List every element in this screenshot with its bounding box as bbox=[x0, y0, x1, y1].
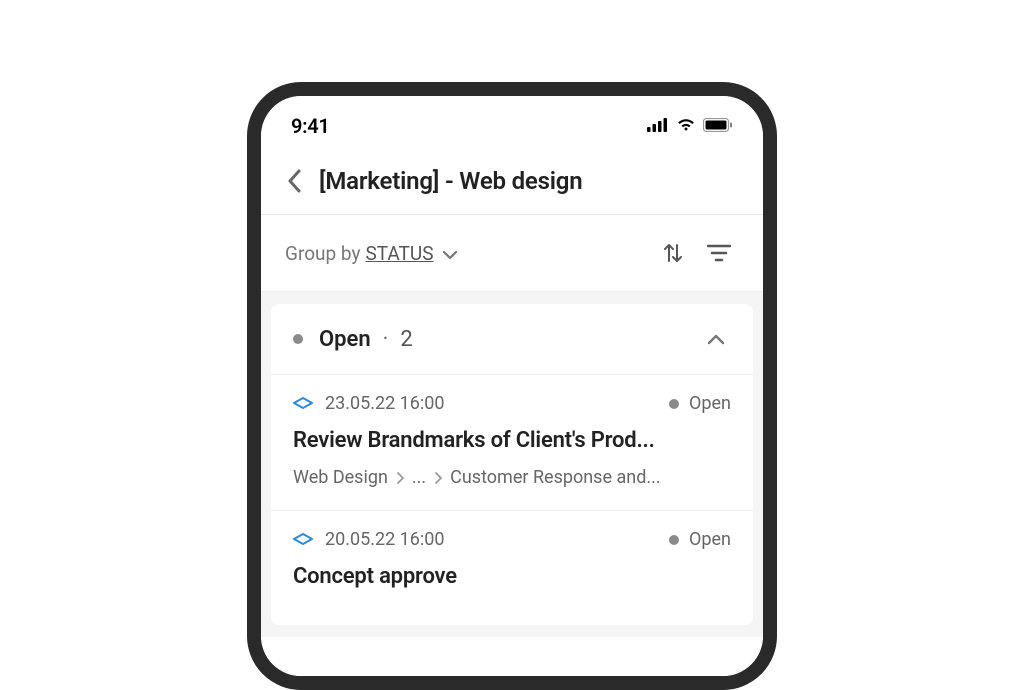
chevron-right-icon bbox=[434, 472, 442, 484]
collapse-button[interactable] bbox=[701, 324, 731, 354]
chevron-right-icon bbox=[396, 472, 404, 484]
battery-icon bbox=[703, 117, 733, 136]
status-dot-icon bbox=[293, 334, 303, 344]
task-status: Open bbox=[669, 529, 731, 550]
chevron-down-icon bbox=[442, 242, 458, 265]
task-type-icon bbox=[293, 394, 313, 413]
task-title: Review Brandmarks of Client's Prod... bbox=[293, 428, 731, 453]
header: [Marketing] - Web design bbox=[261, 148, 763, 215]
breadcrumb-item: ... bbox=[412, 467, 426, 488]
cellular-icon bbox=[647, 117, 669, 136]
status-dot-icon bbox=[669, 535, 679, 545]
task-item[interactable]: 23.05.22 16:00 Open Review Brandmarks of… bbox=[271, 375, 753, 511]
filter-icon bbox=[707, 244, 731, 262]
group-card: Open · 2 bbox=[271, 304, 753, 625]
task-datetime: 23.05.22 16:00 bbox=[325, 393, 444, 414]
task-status: Open bbox=[669, 393, 731, 414]
breadcrumb: Web Design ... Customer Response and... bbox=[293, 467, 731, 488]
content-area: Open · 2 bbox=[261, 292, 763, 637]
sort-icon bbox=[662, 242, 684, 264]
task-datetime: 20.05.22 16:00 bbox=[325, 529, 444, 550]
group-name: Open bbox=[319, 327, 371, 352]
group-by-label: Group by bbox=[285, 242, 360, 265]
sort-button[interactable] bbox=[653, 233, 693, 273]
task-meta-row: 20.05.22 16:00 Open bbox=[293, 529, 731, 550]
back-button[interactable] bbox=[279, 166, 309, 196]
breadcrumb-item: Customer Response and... bbox=[450, 467, 660, 488]
status-bar: 9:41 bbox=[261, 96, 763, 148]
task-title: Concept approve bbox=[293, 564, 731, 589]
group-separator: · bbox=[383, 327, 389, 352]
phone-frame: 9:41 bbox=[247, 82, 777, 690]
task-meta-row: 23.05.22 16:00 Open bbox=[293, 393, 731, 414]
task-status-label: Open bbox=[689, 529, 731, 550]
task-status-label: Open bbox=[689, 393, 731, 414]
group-count: 2 bbox=[400, 327, 412, 352]
group-by-value: STATUS bbox=[365, 242, 433, 265]
chevron-up-icon bbox=[707, 334, 725, 345]
chevron-left-icon bbox=[287, 169, 301, 193]
page-title: [Marketing] - Web design bbox=[319, 167, 582, 195]
task-item[interactable]: 20.05.22 16:00 Open Concept approve bbox=[271, 511, 753, 625]
wifi-icon bbox=[676, 117, 696, 136]
group-by-selector[interactable]: Group by STATUS bbox=[285, 242, 458, 265]
breadcrumb-item: Web Design bbox=[293, 467, 388, 488]
phone-screen: 9:41 bbox=[261, 96, 763, 676]
status-dot-icon bbox=[669, 399, 679, 409]
task-type-icon bbox=[293, 530, 313, 549]
toolbar: Group by STATUS bbox=[261, 215, 763, 292]
status-time: 9:41 bbox=[291, 114, 330, 138]
group-header[interactable]: Open · 2 bbox=[271, 304, 753, 375]
status-icons bbox=[647, 117, 733, 136]
filter-button[interactable] bbox=[699, 233, 739, 273]
